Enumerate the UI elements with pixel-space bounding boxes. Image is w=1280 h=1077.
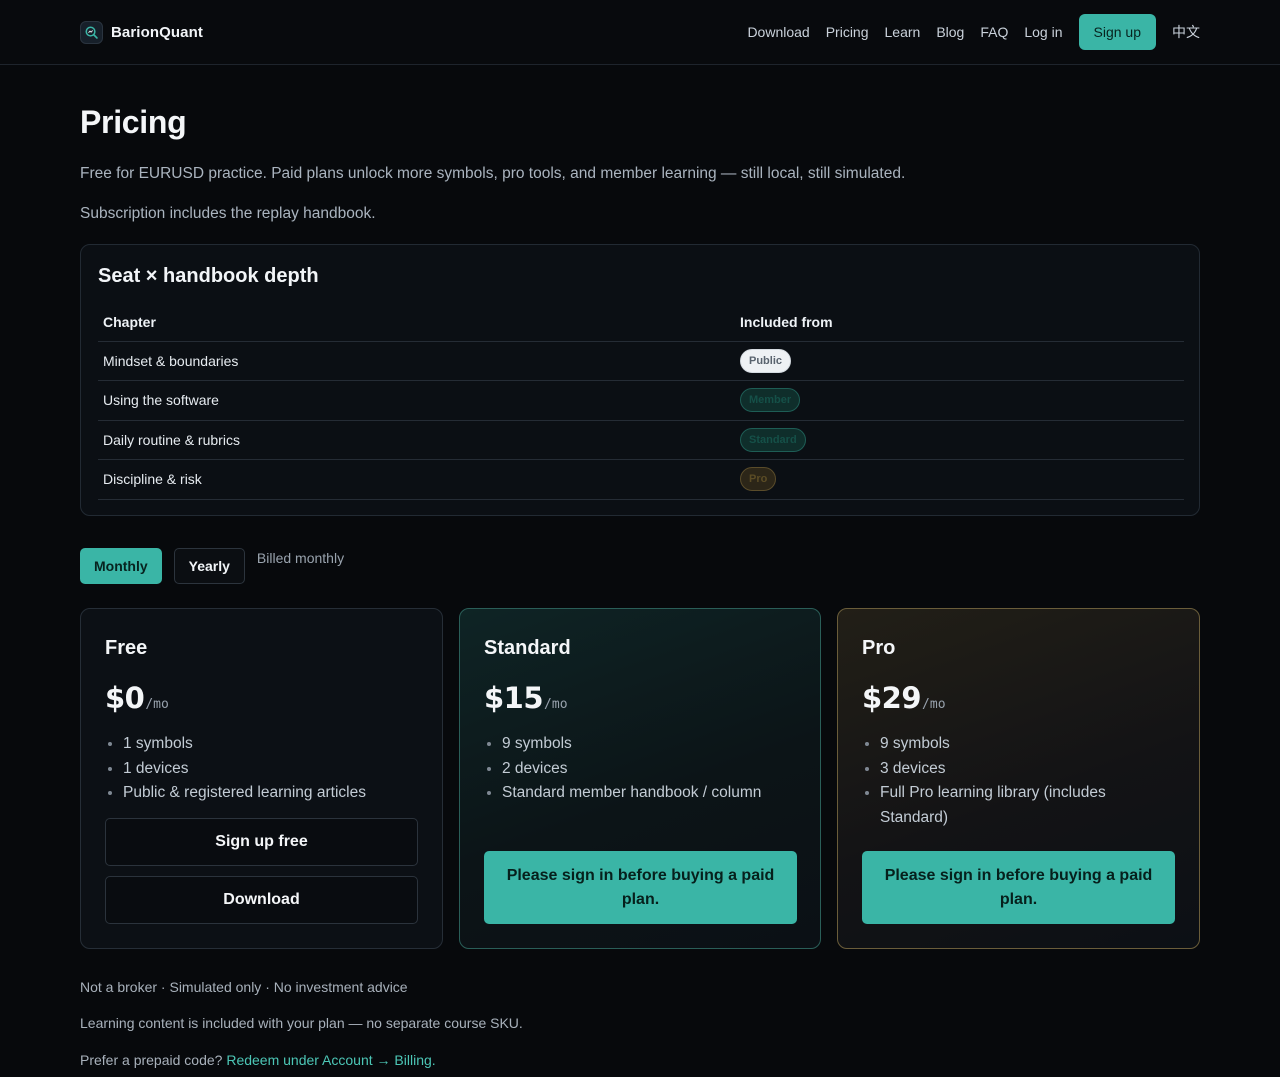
- magnifier-logo-icon: [80, 20, 103, 44]
- nav-pricing-link[interactable]: Pricing: [826, 24, 869, 40]
- plan-price: $0 /mo: [105, 681, 169, 715]
- buy-pro-button[interactable]: Please sign in before buying a paid plan…: [862, 851, 1175, 924]
- plan-card-pro: Pro $29 /mo 9 symbols 3 devices Full Pro…: [837, 608, 1200, 949]
- tier-cell: Public: [735, 340, 1184, 381]
- yearly-toggle-button[interactable]: Yearly: [173, 548, 245, 584]
- list-item: Full Pro learning library (includes Stan…: [880, 781, 1160, 830]
- buy-standard-button[interactable]: Please sign in before buying a paid plan…: [484, 851, 797, 924]
- price-amount: $15: [484, 681, 544, 715]
- disclaimer-text: Not a broker · Simulated only · No inves…: [80, 979, 408, 995]
- billing-note: Billed monthly: [256, 550, 345, 566]
- column-header-chapter: Chapter: [103, 313, 156, 330]
- plan-price: $29 /mo: [862, 681, 946, 715]
- plan-name: Pro: [862, 637, 896, 659]
- chapter-cell: Discipline & risk: [98, 459, 735, 500]
- price-unit: /mo: [922, 697, 946, 712]
- plan-features-list: 9 symbols 2 devices Standard member hand…: [502, 732, 802, 806]
- brand-name: BarionQuant: [111, 23, 203, 41]
- list-item: 2 devices: [502, 757, 802, 782]
- price-unit: /mo: [544, 697, 568, 712]
- signup-button[interactable]: Sign up: [1078, 14, 1156, 50]
- plan-features-list: 9 symbols 3 devices Full Pro learning li…: [880, 732, 1160, 830]
- language-switch-link[interactable]: 中文: [1172, 22, 1200, 42]
- list-item: 9 symbols: [880, 732, 1160, 757]
- price-amount: $29: [862, 681, 922, 715]
- nav-login-link[interactable]: Log in: [1024, 24, 1062, 40]
- page-intro: Free for EURUSD practice. Paid plans unl…: [80, 165, 906, 182]
- learning-note-text: Learning content is included with your p…: [80, 1015, 523, 1031]
- redeem-billing-link[interactable]: Redeem under Account → Billing.: [226, 1052, 435, 1068]
- billing-period-toggle: Monthly Yearly Billed monthly: [80, 548, 344, 584]
- download-button[interactable]: Download: [105, 876, 418, 924]
- handbook-depth-table: Chapter Included from Mindset & boundari…: [98, 303, 1184, 500]
- prepaid-note-prefix: Prefer a prepaid code?: [80, 1052, 227, 1068]
- tier-badge-member: Member: [740, 388, 801, 413]
- column-header-included-from: Included from: [740, 313, 833, 330]
- main-nav: Download Pricing Learn Blog FAQ Log in S…: [747, 14, 1200, 50]
- list-item: Public & registered learning articles: [123, 781, 423, 806]
- chapter-cell: Daily routine & rubrics: [98, 419, 735, 460]
- handbook-depth-card: Seat × handbook depth Chapter Included f…: [80, 244, 1200, 516]
- tier-cell: Pro: [735, 459, 1184, 500]
- monthly-toggle-button[interactable]: Monthly: [80, 548, 162, 584]
- nav-learn-link[interactable]: Learn: [885, 24, 921, 40]
- table-row: Using the software Member: [98, 380, 1184, 420]
- price-unit: /mo: [145, 697, 169, 712]
- nav-download-link[interactable]: Download: [747, 24, 809, 40]
- list-item: 1 devices: [123, 757, 423, 782]
- list-item: 3 devices: [880, 757, 1160, 782]
- tier-badge-pro: Pro: [740, 467, 777, 492]
- tier-cell: Member: [735, 380, 1184, 420]
- brand[interactable]: BarionQuant: [80, 19, 203, 45]
- list-item: 9 symbols: [502, 732, 802, 757]
- tier-badge-public: Public: [740, 348, 792, 373]
- nav-blog-link[interactable]: Blog: [936, 24, 964, 40]
- table-row: Daily routine & rubrics Standard: [98, 419, 1184, 460]
- table-header-row: Chapter Included from: [98, 303, 1184, 341]
- price-amount: $0: [105, 681, 145, 715]
- table-row: Mindset & boundaries Public: [98, 340, 1184, 381]
- plan-name: Standard: [484, 637, 571, 659]
- signup-free-button[interactable]: Sign up free: [105, 818, 418, 866]
- top-navigation-bar: BarionQuant Download Pricing Learn Blog …: [0, 0, 1280, 65]
- page-intro-secondary: Subscription includes the replay handboo…: [80, 205, 376, 222]
- plan-features-list: 1 symbols 1 devices Public & registered …: [123, 732, 423, 806]
- list-item: Standard member handbook / column: [502, 781, 802, 806]
- plan-card-free: Free $0 /mo 1 symbols 1 devices Public &…: [80, 608, 443, 949]
- list-item: 1 symbols: [123, 732, 423, 757]
- chapter-cell: Using the software: [98, 380, 735, 420]
- prepaid-note: Prefer a prepaid code? Redeem under Acco…: [80, 1052, 436, 1068]
- chapter-cell: Mindset & boundaries: [98, 340, 735, 381]
- plan-name: Free: [105, 637, 148, 659]
- plan-card-standard: Standard $15 /mo 9 symbols 2 devices Sta…: [459, 608, 821, 949]
- plan-price: $15 /mo: [484, 681, 568, 715]
- handbook-depth-title: Seat × handbook depth: [98, 265, 319, 287]
- tier-badge-standard: Standard: [740, 427, 806, 452]
- table-row: Discipline & risk Pro: [98, 459, 1184, 500]
- nav-faq-link[interactable]: FAQ: [980, 24, 1008, 40]
- page-title: Pricing: [80, 104, 187, 140]
- tier-cell: Standard: [735, 419, 1184, 460]
